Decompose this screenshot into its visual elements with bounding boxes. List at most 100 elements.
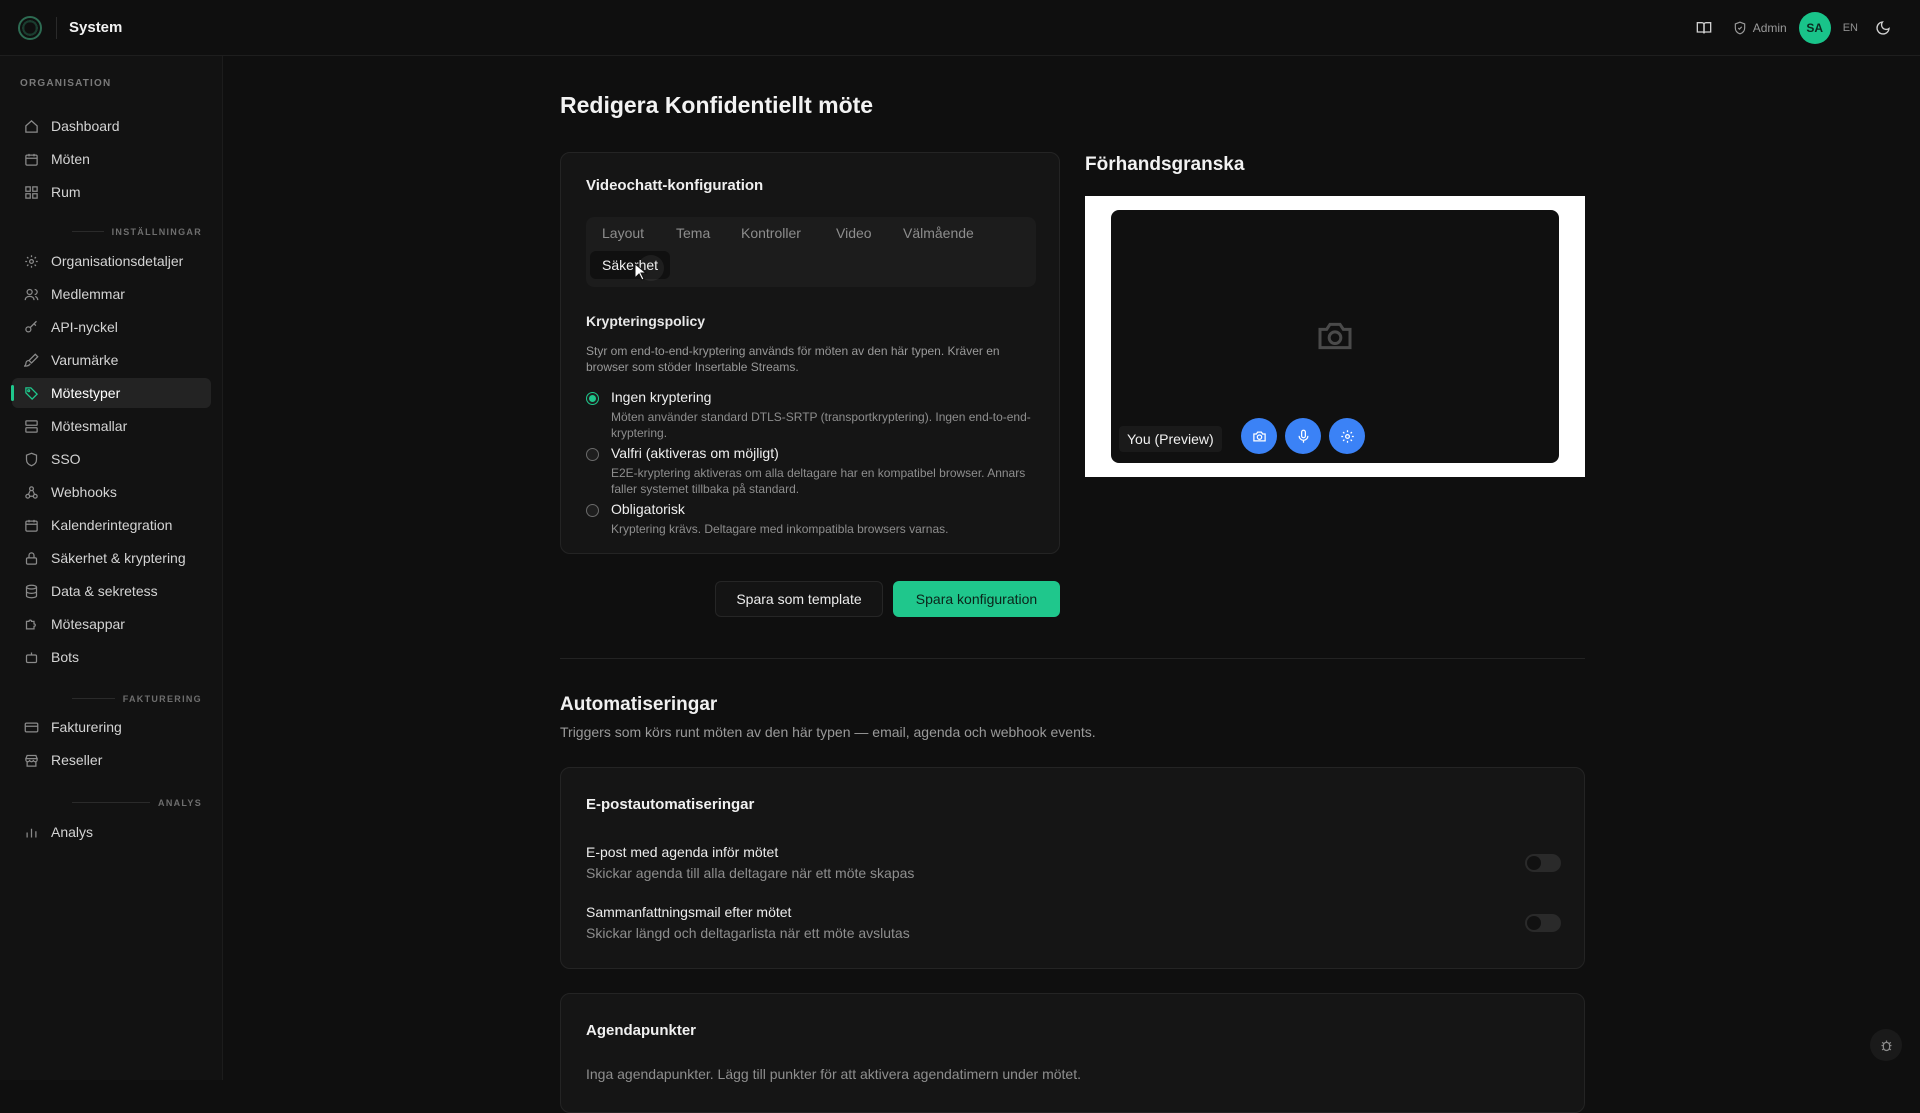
row-description: Skickar längd och deltagarlista när ett …: [586, 925, 910, 941]
sidebar-item-webhooks[interactable]: Webhooks: [12, 477, 211, 507]
row-title: Sammanfattningsmail efter mötet: [586, 904, 792, 920]
tab-valmaende[interactable]: Välmående: [903, 225, 974, 241]
sidebar-item-label: API-nyckel: [51, 319, 118, 335]
tab-kontroller[interactable]: Kontroller: [741, 225, 801, 241]
bot-icon: [23, 649, 39, 665]
sidebar-item-label: Varumärke: [51, 352, 119, 368]
microphone-icon[interactable]: [1285, 418, 1321, 454]
automations-title: Automatiseringar: [560, 694, 718, 715]
sidebar-item-label: Medlemmar: [51, 286, 125, 302]
sidebar-item-api-nyckel[interactable]: API-nyckel: [12, 312, 211, 342]
sidebar-item-dashboard[interactable]: Dashboard: [12, 111, 211, 141]
sidebar-item-sakerhet-kryptering[interactable]: Säkerhet & kryptering: [12, 543, 211, 573]
sidebar-item-label: Dashboard: [51, 118, 120, 134]
section-billing: FAKTURERING: [72, 693, 202, 704]
admin-badge[interactable]: Admin: [1733, 21, 1787, 35]
sidebar-item-label: Analys: [51, 824, 94, 840]
sidebar-item-organisationsdetaljer[interactable]: Organisationsdetaljer: [12, 246, 211, 276]
sidebar-item-label: Kalenderintegration: [51, 517, 173, 533]
language-switch[interactable]: EN: [1843, 22, 1858, 34]
sidebar-item-label: Mötesappar: [51, 616, 125, 632]
sidebar-item-motesmallar[interactable]: Mötesmallar: [12, 411, 211, 441]
admin-label: Admin: [1752, 20, 1787, 35]
users-icon: [23, 286, 39, 302]
grid-icon: [23, 184, 39, 200]
sidebar-item-medlemmar[interactable]: Medlemmar: [12, 279, 211, 309]
sidebar-item-moten[interactable]: Möten: [12, 144, 211, 174]
sidebar-item-label: Reseller: [51, 752, 103, 768]
gear-icon[interactable]: [1329, 418, 1365, 454]
tab-video[interactable]: Video: [836, 225, 872, 241]
preview-frame: You (Preview): [1085, 196, 1585, 477]
sidebar-item-sso[interactable]: SSO: [12, 444, 211, 474]
agenda-card-title: Agendapunkter: [586, 1022, 697, 1039]
radio-description: Kryptering krävs. Deltagare med inkompat…: [611, 522, 949, 536]
webhook-icon: [23, 484, 39, 500]
sidebar-item-label: Data & sekretess: [51, 583, 158, 599]
section-organisation: ORGANISATION: [20, 78, 112, 89]
summary-email-toggle[interactable]: [1525, 914, 1561, 932]
gear-icon: [23, 253, 39, 269]
camera-placeholder-icon: [1318, 322, 1352, 350]
config-tabs: Layout Tema Kontroller Video Välmående S…: [586, 217, 1036, 287]
sidebar-item-label: Rum: [51, 184, 81, 200]
section-analytics: ANALYS: [72, 797, 202, 808]
shield-check-icon: [1734, 21, 1745, 34]
bug-report-icon[interactable]: [1870, 1029, 1902, 1061]
save-as-template-button[interactable]: Spara som template: [715, 581, 883, 617]
save-config-button[interactable]: Spara konfiguration: [893, 581, 1060, 617]
tab-layout[interactable]: Layout: [602, 225, 644, 241]
sidebar-item-motesappar[interactable]: Mötesappar: [12, 609, 211, 639]
calendar-icon: [23, 517, 39, 533]
encryption-policy-description: Styr om end-to-end-kryptering används fö…: [586, 344, 1000, 374]
book-icon[interactable]: [1691, 15, 1717, 41]
store-icon: [23, 752, 39, 768]
sidebar-item-analys[interactable]: Analys: [12, 817, 211, 847]
sidebar-item-kalenderintegration[interactable]: Kalenderintegration: [12, 510, 211, 540]
radio-label: Ingen kryptering: [611, 389, 712, 405]
sidebar-item-data-sekretess[interactable]: Data & sekretess: [12, 576, 211, 606]
video-preview: You (Preview): [1111, 210, 1559, 463]
tab-tema[interactable]: Tema: [676, 225, 710, 241]
radio-button[interactable]: [586, 392, 599, 405]
encryption-policy-title: Krypteringspolicy: [586, 313, 706, 329]
section-settings: INSTÄLLNINGAR: [72, 226, 202, 237]
sidebar-item-reseller[interactable]: Reseller: [12, 745, 211, 775]
sidebar-item-rum[interactable]: Rum: [12, 177, 211, 207]
row-title: E-post med agenda inför mötet: [586, 844, 779, 860]
sidebar-item-fakturering[interactable]: Fakturering: [12, 712, 211, 742]
sidebar: ORGANISATION Dashboard Möten Rum INSTÄLL…: [0, 56, 223, 1080]
sidebar-item-motestyper[interactable]: Mötestyper: [11, 378, 211, 408]
database-icon: [23, 583, 39, 599]
logo-divider: [56, 16, 57, 39]
top-right-controls: Admin SA EN: [1691, 11, 1896, 44]
mouse-cursor-icon: [634, 263, 648, 281]
sidebar-item-label: Bots: [51, 649, 80, 665]
avatar[interactable]: SA: [1798, 11, 1831, 44]
main-content: Redigera Konfidentiellt möte Videochatt-…: [224, 56, 1920, 1113]
sidebar-item-varumarke[interactable]: Varumärke: [12, 345, 211, 375]
shield-icon: [23, 451, 39, 467]
preview-title: Förhandsgranska: [1085, 154, 1245, 175]
radio-button[interactable]: [586, 504, 599, 517]
video-config-card: Videochatt-konfiguration Layout Tema Kon…: [560, 152, 1060, 554]
home-icon: [23, 118, 39, 134]
sidebar-item-label: Möten: [51, 151, 90, 167]
sidebar-item-label: Fakturering: [51, 719, 122, 735]
radio-button[interactable]: [586, 448, 599, 461]
moon-icon[interactable]: [1870, 15, 1896, 41]
sidebar-item-label: Mötestyper: [51, 385, 121, 401]
automations-description: Triggers som körs runt möten av den här …: [560, 724, 1096, 740]
agenda-items-card: Agendapunkter Inga agendapunkter. Lägg t…: [560, 993, 1585, 1113]
key-icon: [23, 319, 39, 335]
camera-icon[interactable]: [1241, 418, 1277, 454]
agenda-email-toggle[interactable]: [1525, 854, 1561, 872]
sidebar-item-label: SSO: [51, 451, 81, 467]
email-card-title: E-postautomatiseringar: [586, 796, 755, 813]
sidebar-item-label: Säkerhet & kryptering: [51, 550, 186, 566]
app-logo[interactable]: [18, 15, 42, 40]
bar-chart-icon: [23, 824, 39, 840]
calendar-icon: [23, 151, 39, 167]
sidebar-item-bots[interactable]: Bots: [12, 642, 211, 672]
radio-label: Obligatorisk: [611, 501, 685, 517]
